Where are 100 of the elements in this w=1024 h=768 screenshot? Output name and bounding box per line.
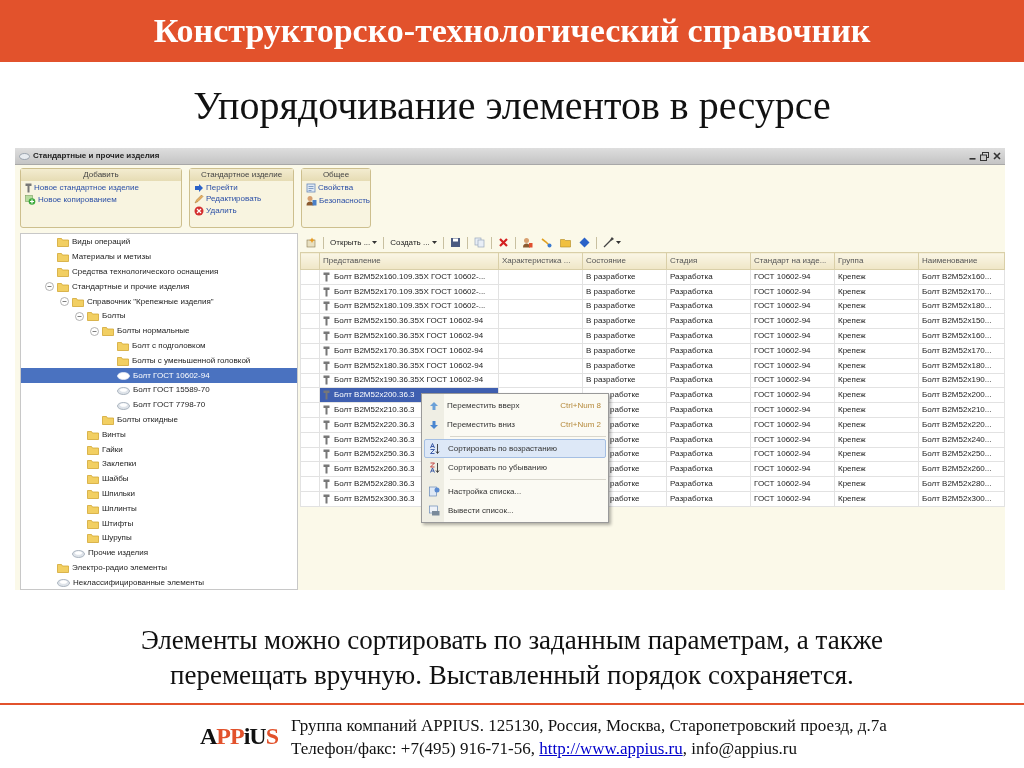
table-cell: ГОСТ 10602-94 <box>754 360 811 370</box>
ribbon-link[interactable]: Удалить <box>194 206 289 216</box>
tree-item[interactable]: Материалы и метизы <box>21 249 297 265</box>
tree-item[interactable]: Прочие изделия <box>21 545 297 561</box>
table-cell: Разработка <box>670 390 713 400</box>
tree-item[interactable]: Средства технологического оснащения <box>21 264 297 280</box>
table-cell: ГОСТ 10602-94 <box>754 464 811 474</box>
bolt-icon <box>323 345 330 356</box>
table-cell: Разработка <box>670 345 713 355</box>
folder-icon <box>87 311 99 322</box>
delete-icon <box>497 237 509 248</box>
tree-item[interactable]: Болт с подголовком <box>21 338 297 354</box>
company-logo: APPiUS <box>200 723 279 750</box>
tree-item[interactable]: Шпильки <box>21 486 297 502</box>
table-cell: Болт B2M52x180... <box>922 360 992 370</box>
list-settings-icon <box>429 486 440 497</box>
menu-item[interactable]: Сортировать по убыванию <box>424 458 606 477</box>
table-cell: Разработка <box>670 405 713 415</box>
folder-icon <box>87 429 99 440</box>
table-cell: В разработке <box>586 360 636 370</box>
down-arrow-icon <box>429 419 439 430</box>
ribbon-link[interactable]: Свойства <box>306 183 366 193</box>
table-cell: В разработке <box>586 375 636 385</box>
ribbon-link[interactable]: Перейти <box>194 183 289 192</box>
table-cell: Крепеж <box>838 286 866 296</box>
close-icon <box>993 152 1001 160</box>
tree-item[interactable]: Неклассифицированные элементы <box>21 575 297 589</box>
ribbon-link[interactable]: Редактировать <box>194 194 289 204</box>
website-link[interactable]: http://www.appius.ru <box>539 738 683 758</box>
tree-item[interactable]: Шурупы <box>21 530 297 546</box>
table-cell: Болт B2M52x240... <box>922 434 992 444</box>
bolt-icon <box>25 183 32 193</box>
collapse-icon[interactable] <box>45 282 54 292</box>
menu-item[interactable]: Вывести список... <box>424 501 606 520</box>
table-cell: Крепеж <box>838 390 866 400</box>
table-cell: Разработка <box>670 360 713 370</box>
tree-item[interactable]: Болт ГОСТ 15589-70 <box>21 382 297 398</box>
table-cell: Разработка <box>670 449 713 459</box>
tree-item[interactable]: Болты нормальные <box>21 323 297 339</box>
collapse-icon[interactable] <box>60 297 69 307</box>
tree-item[interactable]: Шплинты <box>21 501 297 517</box>
menu-item[interactable]: Переместить вверх Ctrl+Num 8 <box>424 396 606 415</box>
folder-icon <box>87 533 99 544</box>
open-dropdown[interactable]: Открыть ... <box>328 238 380 247</box>
contact-text: Телефон/факс: +7(495) 916-71-56, http://www.appius.ru, info@appius.ru <box>291 737 799 760</box>
table-cell: Крепеж <box>838 375 866 385</box>
tree-item[interactable]: Болт ГОСТ 7798-70 <box>21 397 297 413</box>
table-cell: Разработка <box>670 375 713 385</box>
pencil-icon <box>194 194 204 204</box>
table-cell: ГОСТ 10602-94 <box>754 301 811 311</box>
tree-item[interactable]: Болт ГОСТ 10602-94 <box>21 368 297 383</box>
window-icon <box>19 152 30 160</box>
arrow-icon <box>194 183 204 192</box>
tree-item[interactable]: Штифты <box>21 516 297 531</box>
tree-item[interactable]: Гайки <box>21 442 297 457</box>
collapse-icon[interactable] <box>90 326 99 336</box>
tree-item[interactable]: Винты <box>21 427 297 443</box>
menu-item[interactable]: Переместить вниз Ctrl+Num 2 <box>424 415 606 434</box>
ribbon-link[interactable]: Новое копированием <box>25 195 177 205</box>
menu-item[interactable]: Настройка списка... <box>424 482 606 501</box>
column-header[interactable]: Группа <box>838 256 864 265</box>
table-cell: Крепеж <box>838 449 866 459</box>
tools-icon <box>602 237 614 248</box>
tree-item[interactable]: Стандартные и прочие изделия <box>21 279 297 295</box>
folder-icon <box>87 488 99 499</box>
tree-item[interactable]: Заклепки <box>21 456 297 472</box>
table-cell: Разработка <box>670 286 713 296</box>
table-cell: Крепеж <box>838 479 866 489</box>
bolt-icon <box>323 331 330 342</box>
create-dropdown[interactable]: Создать ... <box>388 238 439 247</box>
add-icon <box>306 237 317 248</box>
bolt-icon <box>323 301 330 312</box>
table-cell: Разработка <box>670 316 713 326</box>
tree-item[interactable]: Болты откидные <box>21 412 297 428</box>
tree-item[interactable]: Болты <box>21 309 297 324</box>
table-cell: Болт B2M52x180... <box>922 301 992 311</box>
tree-item[interactable]: Справочник "Крепежные изделия" <box>21 294 297 309</box>
folder-icon <box>57 252 69 263</box>
table-cell: Разработка <box>670 479 713 489</box>
users-icon <box>306 195 317 206</box>
table-cell: ГОСТ 10602-94 <box>754 331 811 341</box>
ribbon-link[interactable]: Новое стандартное изделие <box>25 183 177 193</box>
folder-icon <box>87 444 99 455</box>
properties-icon <box>306 183 316 193</box>
bolt-icon <box>323 316 330 327</box>
menu-item[interactable]: Сортировать по возрастанию <box>424 439 606 458</box>
table-cell: Разработка <box>670 301 713 311</box>
column-header[interactable]: Представление <box>323 256 381 265</box>
column-header[interactable]: Стадия <box>670 256 698 265</box>
add-button[interactable] <box>304 237 319 248</box>
bolt-icon <box>323 286 330 297</box>
tree-item[interactable]: Болты с уменьшенной головкой <box>21 353 297 369</box>
table-cell: работке <box>610 479 640 489</box>
tree-item[interactable]: Электро-радио элементы <box>21 560 297 576</box>
caret-icon <box>431 241 437 244</box>
caption-text: Элементы можно сортировать по заданным параметрам, а также перемещать вручную. Выставленный порядок сохраняется. <box>139 623 885 692</box>
table-cell: ГОСТ 10602-94 <box>754 434 811 444</box>
tree-item[interactable]: Виды операций <box>21 235 297 250</box>
collapse-icon[interactable] <box>75 311 84 321</box>
tree-item[interactable]: Шайбы <box>21 471 297 487</box>
